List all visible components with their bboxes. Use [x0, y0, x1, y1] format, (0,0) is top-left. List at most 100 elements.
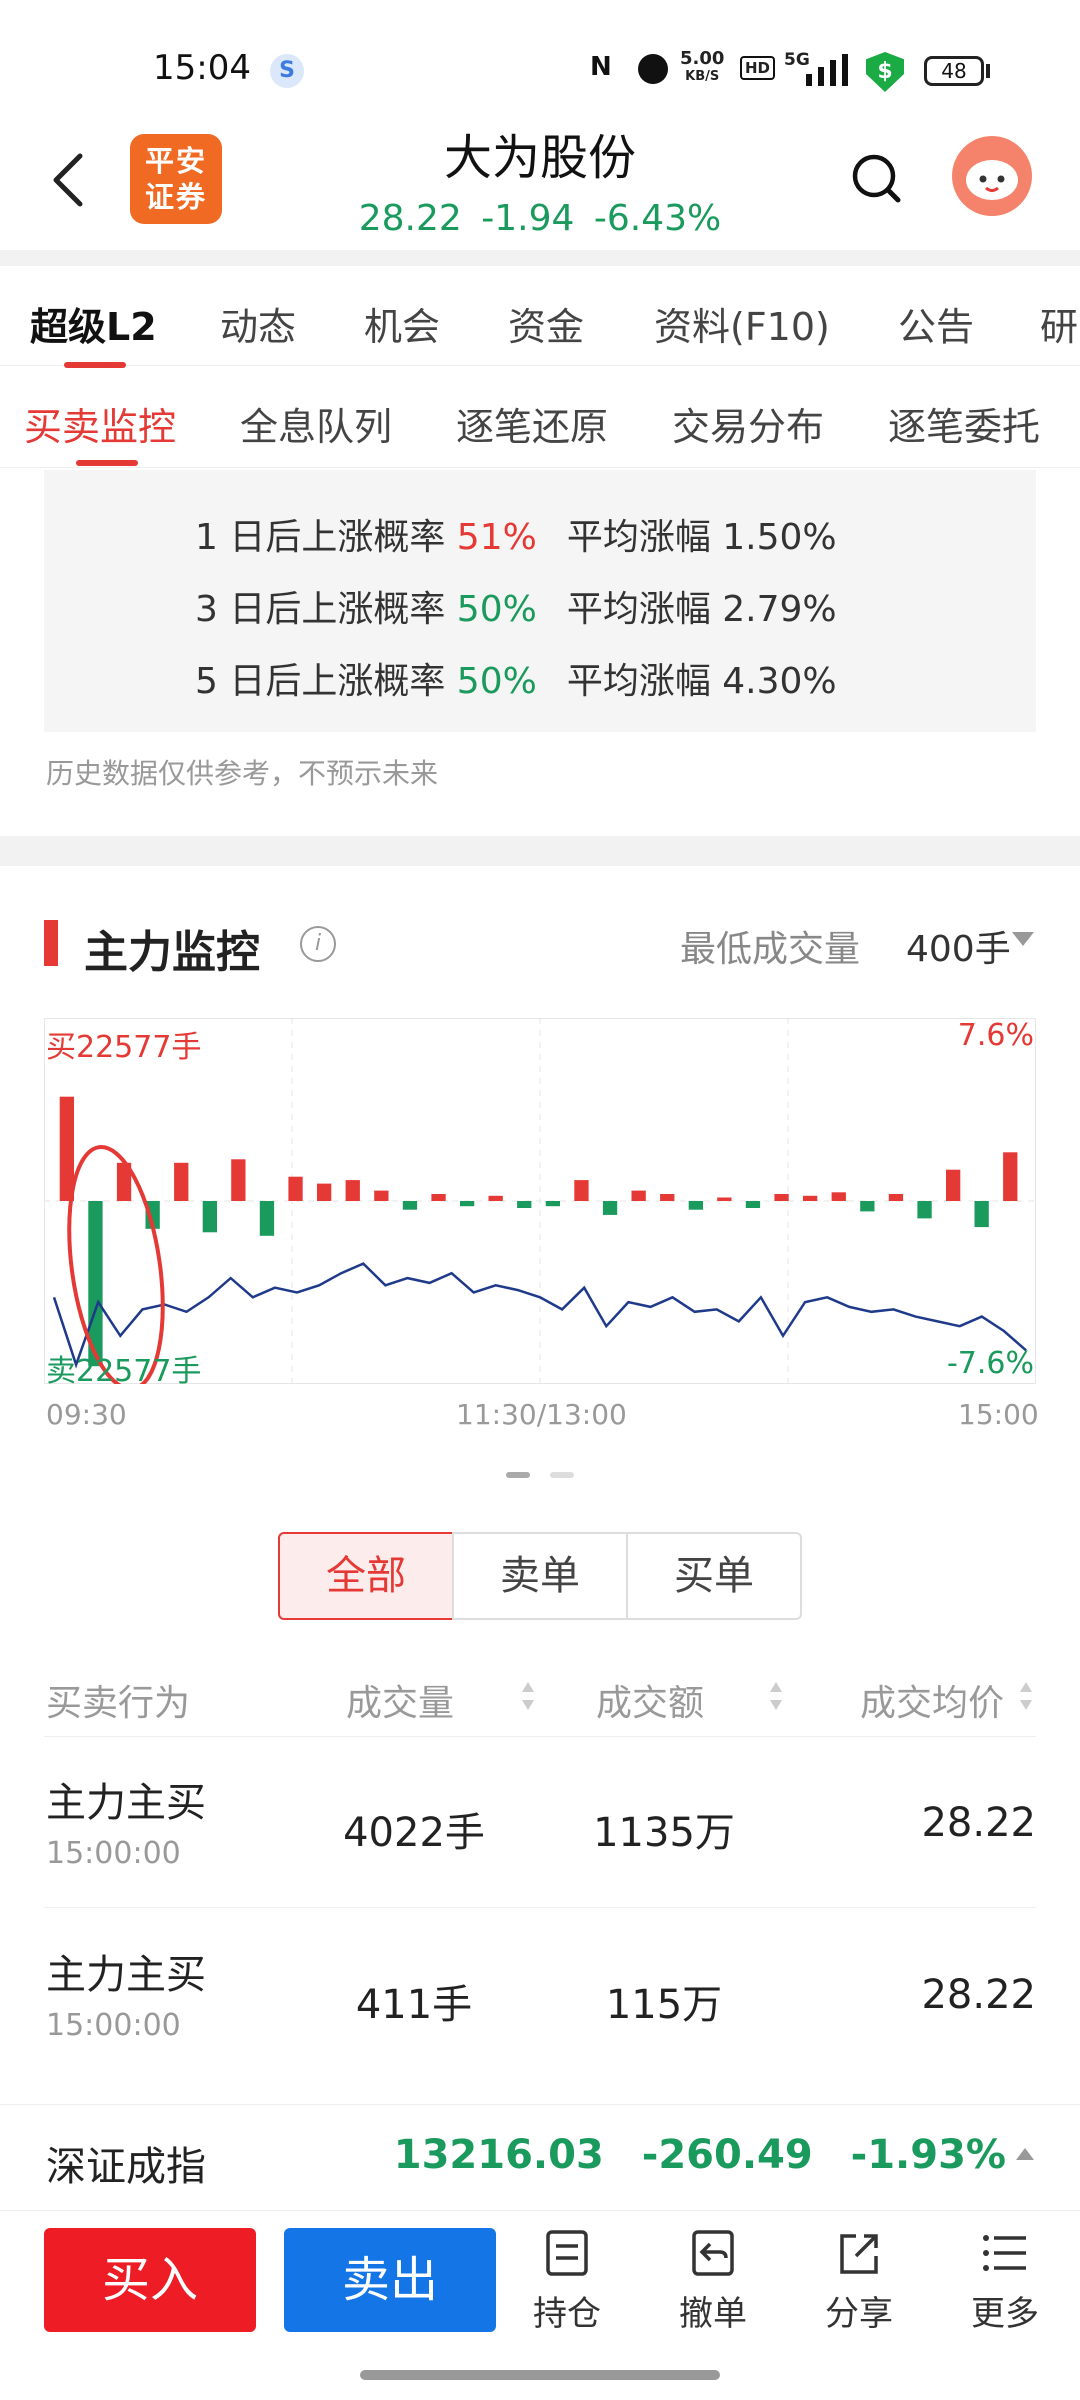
- sell-button[interactable]: 卖出: [284, 2228, 496, 2332]
- disclaimer-text: 历史数据仅供参考，不预示未来: [46, 757, 439, 790]
- stat-row-5day: 5 日后上涨概率 50% 平均涨幅 4.30%: [195, 652, 837, 704]
- index-change: -260.49: [641, 2132, 813, 2178]
- info-icon[interactable]: i: [300, 926, 336, 962]
- col-header-avg-price[interactable]: 成交均价: [860, 1674, 1004, 1726]
- volume-bar: [202, 1201, 217, 1233]
- row-volume: 411手: [355, 1982, 473, 2028]
- filter-buy-button[interactable]: 买单: [626, 1532, 802, 1620]
- volume-bar: [631, 1190, 646, 1201]
- sub-tab-indicator: [76, 460, 138, 466]
- status-time: 15:04: [153, 48, 251, 88]
- holdings-button[interactable]: 持仓: [512, 2228, 622, 2348]
- row-action: 主力主买: [46, 1952, 206, 1998]
- share-label: 分享: [825, 2294, 893, 2334]
- share-icon: [840, 2234, 878, 2274]
- app-notification-icon: S: [270, 54, 304, 88]
- volume-bar: [917, 1201, 932, 1219]
- volume-bar: [717, 1197, 732, 1201]
- cancel-order-button[interactable]: 撤单: [658, 2228, 768, 2348]
- tab-announcements[interactable]: 公告: [898, 296, 974, 351]
- volume-bar: [688, 1201, 703, 1210]
- index-change-pct: -1.93%: [850, 2132, 1006, 2178]
- row-amount: 1135万: [593, 1810, 735, 1856]
- min-volume-dropdown[interactable]: 400手: [906, 920, 1011, 972]
- volume-bar: [803, 1195, 818, 1201]
- tab-opportunities[interactable]: 机会: [364, 296, 440, 351]
- signal-icon: [806, 54, 848, 86]
- home-indicator[interactable]: [360, 2370, 720, 2380]
- cancel-order-label: 撤单: [679, 2294, 747, 2334]
- tab-super-l2[interactable]: 超级L2: [30, 296, 157, 351]
- sort-icon[interactable]: [1018, 1678, 1034, 1714]
- volume-bar: [174, 1162, 189, 1201]
- alarm-icon: [638, 54, 668, 84]
- page-dot-active[interactable]: [506, 1472, 530, 1478]
- assistant-face-icon: [966, 160, 1018, 200]
- x-axis-label-open: 09:30: [46, 1398, 127, 1431]
- battery-tip: [986, 64, 990, 78]
- stat-avg-value: 4.30%: [722, 661, 837, 702]
- row-amount: 115万: [605, 1982, 723, 2028]
- search-icon[interactable]: [850, 150, 902, 210]
- page-dot[interactable]: [550, 1472, 574, 1478]
- col-header-volume[interactable]: 成交量: [346, 1674, 454, 1726]
- holdings-icon: [546, 2230, 588, 2276]
- subtab-full-queue[interactable]: 全息队列: [240, 396, 392, 451]
- broker-logo: 平安 证券: [130, 134, 222, 224]
- stock-change: -1.94: [481, 198, 575, 239]
- volume-bar: [1003, 1152, 1018, 1201]
- volume-bar: [345, 1180, 360, 1201]
- hd-icon: HD: [740, 56, 776, 80]
- more-label: 更多: [971, 2294, 1039, 2334]
- chevron-up-icon[interactable]: [1016, 2148, 1034, 2160]
- row-time: 15:00:00: [46, 1836, 181, 1871]
- volume-bar: [402, 1201, 418, 1210]
- x-axis-label-close: 15:00: [958, 1398, 1039, 1431]
- row-price: 28.22: [921, 1800, 1036, 1846]
- stat-probability: 50%: [456, 589, 537, 630]
- more-button[interactable]: 更多: [950, 2228, 1060, 2348]
- stat-row-3day: 3 日后上涨概率 50% 平均涨幅 2.79%: [195, 580, 837, 632]
- subtab-tick-orders[interactable]: 逐笔委托: [888, 396, 1040, 451]
- subtab-trade-distribution[interactable]: 交易分布: [672, 396, 824, 451]
- sort-icon[interactable]: [520, 1678, 536, 1714]
- volume-bar: [745, 1201, 761, 1208]
- stat-label: 5 日后上涨概率: [195, 661, 457, 702]
- volume-bar: [431, 1194, 446, 1201]
- volume-bar: [517, 1201, 532, 1208]
- chevron-down-icon[interactable]: [1012, 932, 1034, 946]
- sort-icon[interactable]: [768, 1678, 784, 1714]
- col-header-amount[interactable]: 成交额: [596, 1674, 704, 1726]
- row-action: 主力主买: [46, 1780, 206, 1826]
- subtab-tick-replay[interactable]: 逐笔还原: [456, 396, 608, 451]
- security-shield-icon: $: [866, 52, 904, 92]
- sell-max-label: 卖22577手: [46, 1354, 202, 1389]
- tab-dynamics[interactable]: 动态: [220, 296, 296, 351]
- back-arrow-icon[interactable]: [48, 150, 88, 210]
- row-price: 28.22: [921, 1972, 1036, 2018]
- tab-funds[interactable]: 资金: [508, 296, 584, 351]
- filter-sell-button[interactable]: 卖单: [452, 1532, 628, 1620]
- assistant-avatar[interactable]: [952, 136, 1032, 216]
- buy-button[interactable]: 买入: [44, 2228, 256, 2332]
- volume-bar: [488, 1195, 503, 1201]
- main-force-chart: [44, 1018, 1036, 1384]
- filter-all-button[interactable]: 全部: [278, 1532, 454, 1620]
- volume-bar: [860, 1201, 875, 1212]
- tab-research[interactable]: 研: [1040, 296, 1078, 351]
- volume-bar: [460, 1201, 475, 1207]
- pct-top-label: 7.6%: [957, 1018, 1034, 1053]
- stock-price: 28.22: [358, 198, 462, 239]
- section-divider: [0, 250, 1080, 266]
- buy-max-label: 买22577手: [46, 1030, 202, 1065]
- stat-probability: 51%: [456, 517, 537, 558]
- stat-avg-label: 平均涨幅: [566, 589, 723, 630]
- more-menu-icon: [983, 2235, 1026, 2271]
- section-divider: [0, 836, 1080, 866]
- index-name: 深证成指: [46, 2144, 206, 2190]
- subtab-trade-monitor[interactable]: 买卖监控: [24, 396, 176, 451]
- monitor-title: 主力监控: [84, 927, 260, 978]
- pct-bottom-label: -7.6%: [946, 1346, 1034, 1381]
- tab-f10[interactable]: 资料(F10): [654, 296, 830, 351]
- share-button[interactable]: 分享: [804, 2228, 914, 2348]
